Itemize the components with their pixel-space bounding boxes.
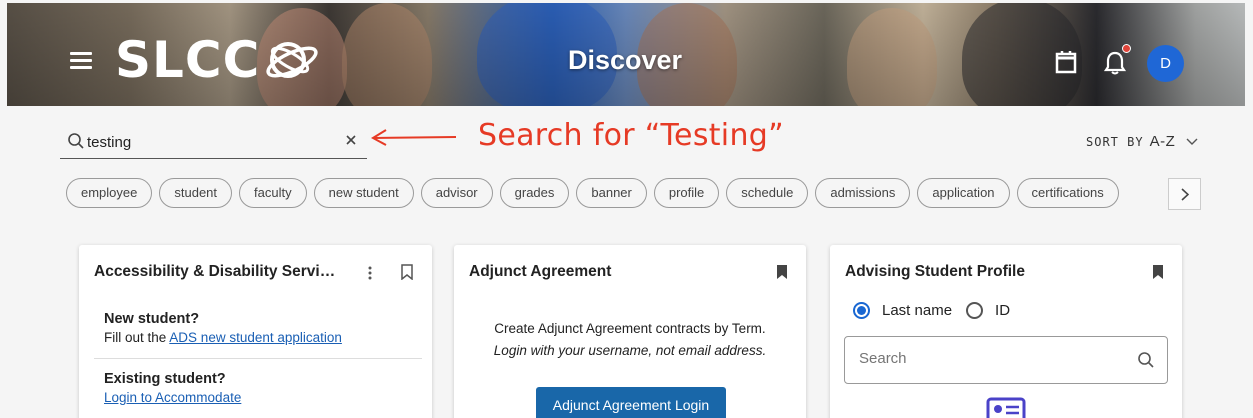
- chip-admissions[interactable]: admissions: [815, 178, 911, 208]
- avatar[interactable]: D: [1147, 45, 1184, 82]
- ads-application-link[interactable]: ADS new student application: [169, 330, 342, 345]
- new-student-section: New student? Fill out the ADS new studen…: [104, 311, 342, 345]
- new-student-heading: New student?: [104, 311, 200, 327]
- chip-certifications[interactable]: certifications: [1016, 178, 1119, 208]
- radio-last-name[interactable]: [853, 302, 870, 319]
- chip-banner[interactable]: banner: [576, 178, 647, 208]
- search-input[interactable]: [87, 129, 317, 155]
- annotation-text: Search for “Testing”: [478, 118, 784, 153]
- radio-last-name-label: Last name: [882, 302, 953, 319]
- more-vert-icon[interactable]: [367, 265, 373, 281]
- chip-faculty[interactable]: faculty: [239, 178, 307, 208]
- search-field[interactable]: [60, 125, 367, 159]
- search-icon: [68, 133, 84, 149]
- card-advising-student-profile: Advising Student Profile Last name ID: [830, 245, 1182, 418]
- sort-dropdown[interactable]: SORT BY A-Z: [1086, 133, 1198, 150]
- chip-schedule[interactable]: schedule: [726, 178, 809, 208]
- page: SLCC Discover D Search for “Testing” SO: [0, 0, 1253, 418]
- chip-application[interactable]: application: [917, 178, 1010, 208]
- sort-label: SORT BY: [1086, 135, 1144, 149]
- search-type-radio-group: Last name ID: [853, 302, 1010, 319]
- radio-id[interactable]: [966, 302, 984, 319]
- card-description: Create Adjunct Agreement contracts by Te…: [454, 318, 806, 362]
- description-line-1: Create Adjunct Agreement contracts by Te…: [494, 321, 766, 336]
- page-title: Discover: [568, 45, 683, 75]
- existing-student-heading: Existing student?: [104, 371, 226, 387]
- chips-next-button[interactable]: [1168, 178, 1201, 210]
- close-icon[interactable]: [343, 132, 359, 148]
- search-icon[interactable]: [1137, 351, 1155, 369]
- chevron-right-icon: [1180, 187, 1189, 201]
- slcc-logo-mark-icon: [266, 42, 318, 78]
- sort-value: A-Z: [1149, 133, 1176, 150]
- card-title[interactable]: Advising Student Profile: [845, 263, 1025, 281]
- chevron-down-icon: [1186, 138, 1198, 145]
- tag-chips: employee student faculty new student advisor…: [66, 178, 1126, 208]
- chip-advisor[interactable]: advisor: [420, 178, 493, 208]
- id-card-icon: [986, 397, 1026, 418]
- chip-new-student[interactable]: new student: [313, 178, 414, 208]
- card-adjunct-agreement: Adjunct Agreement Create Adjunct Agreeme…: [454, 245, 806, 418]
- bell-icon[interactable]: [1103, 50, 1127, 76]
- chip-profile[interactable]: profile: [653, 178, 720, 208]
- radio-id-label: ID: [995, 302, 1011, 319]
- divider: [94, 358, 422, 359]
- card-accessibility-disability-services: Accessibility & Disability Servi… New st…: [79, 245, 432, 418]
- adjunct-login-button[interactable]: Adjunct Agreement Login: [536, 387, 726, 418]
- menu-icon[interactable]: [70, 52, 92, 70]
- annotation-arrow-icon: [370, 129, 457, 146]
- student-search-input[interactable]: [859, 350, 1119, 367]
- chip-employee[interactable]: employee: [66, 178, 153, 208]
- bookmark-filled-icon[interactable]: [776, 264, 788, 280]
- card-title[interactable]: Adjunct Agreement: [469, 263, 611, 281]
- slcc-logo: SLCC: [115, 31, 261, 89]
- chip-student[interactable]: student: [159, 178, 233, 208]
- existing-student-section: Existing student? Login to Accommodate: [104, 371, 241, 405]
- chip-grades[interactable]: grades: [499, 178, 570, 208]
- student-search-field[interactable]: [844, 336, 1168, 384]
- bookmark-outline-icon[interactable]: [401, 264, 413, 280]
- bookmark-filled-icon[interactable]: [1152, 264, 1164, 280]
- description-line-2: Login with your username, not email addr…: [493, 343, 767, 358]
- notification-badge: [1122, 44, 1131, 53]
- card-title[interactable]: Accessibility & Disability Servi…: [94, 263, 335, 281]
- calendar-icon[interactable]: [1055, 50, 1077, 74]
- new-student-text: Fill out the: [104, 330, 170, 345]
- accommodate-login-link[interactable]: Login to Accommodate: [104, 390, 241, 405]
